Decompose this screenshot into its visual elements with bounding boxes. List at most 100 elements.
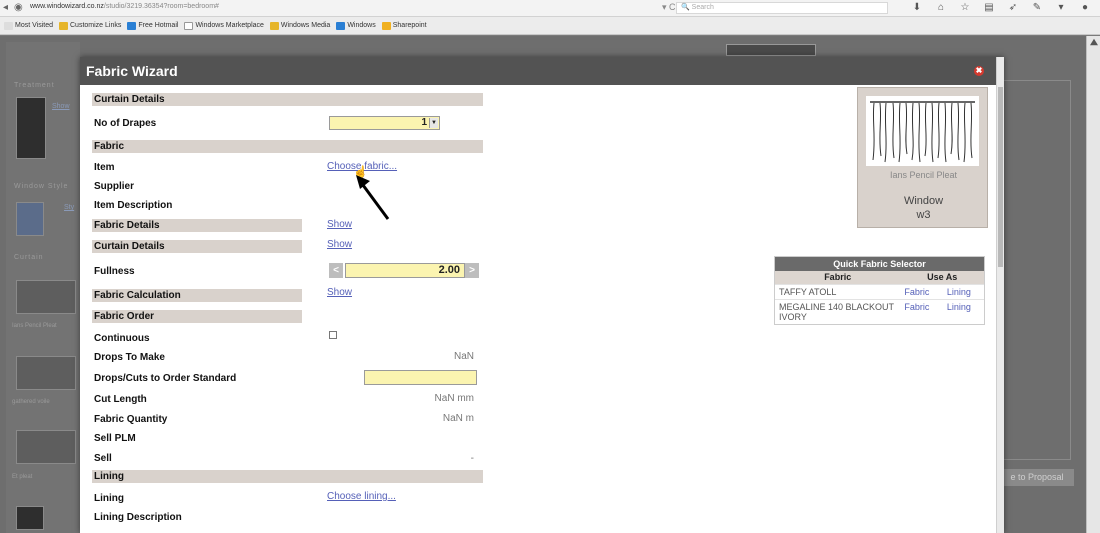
section-fabric: Fabric bbox=[92, 140, 483, 153]
label-no-of-drapes: No of Drapes bbox=[94, 118, 157, 129]
drops-to-make-value: NaN bbox=[453, 351, 474, 362]
section-curtain-details: Curtain Details bbox=[92, 93, 483, 106]
fabric-name: TAFFY ATOLL bbox=[775, 283, 901, 299]
section-fabric-calculation: Fabric Calculation bbox=[92, 289, 302, 302]
fabric-name: MEGALINE 140 BLACKOUT IVORY bbox=[775, 298, 901, 324]
continuous-checkbox[interactable] bbox=[329, 331, 337, 339]
page-scrollbar[interactable] bbox=[1086, 36, 1100, 533]
preview-caption: Ians Pencil Pleat bbox=[889, 170, 958, 180]
add-to-proposal-button[interactable]: e to Proposal bbox=[1000, 469, 1074, 486]
addon-icon[interactable]: ✎ bbox=[1030, 2, 1044, 13]
bookmark-windows-media[interactable]: Windows Media bbox=[269, 21, 330, 30]
bg-thumb-caption: Et pleat bbox=[12, 474, 33, 480]
back-icon[interactable]: ◂ bbox=[3, 2, 8, 13]
chevron-down-icon[interactable]: ▾ bbox=[1054, 2, 1068, 13]
download-icon[interactable]: ⬇ bbox=[910, 2, 924, 13]
bookmark-windows-marketplace[interactable]: Windows Marketplace bbox=[184, 21, 264, 30]
label-sell-plm: Sell PLM bbox=[94, 433, 136, 444]
star-icon[interactable]: ☆ bbox=[958, 2, 972, 13]
label-fullness: Fullness bbox=[94, 266, 135, 277]
bg-window-thumb[interactable] bbox=[16, 202, 44, 236]
fullness-decrement-button[interactable]: < bbox=[329, 263, 343, 278]
bookmark-icon bbox=[269, 21, 279, 30]
label-fabric-quantity: Fabric Quantity bbox=[94, 414, 168, 425]
modal-scrollbar[interactable] bbox=[996, 57, 1004, 533]
label-drops-cuts-order: Drops/Cuts to Order Standard bbox=[94, 373, 237, 384]
preview-window-label: Window w3 bbox=[903, 195, 944, 221]
choose-lining-link[interactable]: Choose lining... bbox=[327, 491, 396, 502]
bookmark-icon bbox=[4, 21, 13, 30]
label-continuous: Continuous bbox=[94, 333, 150, 344]
column-header-use-as: Use As bbox=[900, 271, 984, 284]
drops-cuts-order-input[interactable] bbox=[364, 370, 477, 385]
bookmark-icon bbox=[59, 21, 68, 30]
bookmark-customize-links[interactable]: Customize Links bbox=[59, 21, 121, 30]
pencil-pleat-image bbox=[866, 96, 979, 166]
quick-fabric-selector: Quick Fabric Selector Fabric Use As TAFF… bbox=[774, 256, 985, 325]
url-field[interactable]: www.windowizard.co.nz/studio/3219.36354?… bbox=[30, 3, 219, 10]
table-row: TAFFY ATOLL Fabric Lining bbox=[775, 283, 984, 299]
quick-fabric-selector-title: Quick Fabric Selector bbox=[775, 257, 984, 271]
curtain-preview-panel: Ians Pencil Pleat Window w3 bbox=[857, 87, 988, 228]
use-as-lining-link[interactable]: Lining bbox=[942, 298, 984, 324]
bg-treatment-thumb[interactable] bbox=[16, 97, 46, 159]
label-item-description: Item Description bbox=[94, 200, 173, 211]
bg-style-link[interactable]: Sty bbox=[64, 204, 74, 211]
chevron-down-icon[interactable]: ▼ bbox=[429, 118, 438, 128]
bookmark-list-icon[interactable]: ▤ bbox=[982, 2, 996, 13]
label-lining: Lining bbox=[94, 493, 124, 504]
label-supplier: Supplier bbox=[94, 181, 135, 192]
scrollbar-thumb[interactable] bbox=[998, 87, 1003, 267]
bookmark-most-visited[interactable]: Most Visited bbox=[4, 21, 53, 30]
bg-curtain-thumb-1[interactable] bbox=[16, 280, 76, 314]
bg-right-panel bbox=[996, 80, 1071, 460]
close-icon[interactable]: ✖ bbox=[974, 66, 984, 76]
use-as-fabric-link[interactable]: Fabric bbox=[900, 283, 943, 299]
bg-top-button[interactable] bbox=[726, 44, 816, 56]
account-icon[interactable]: ● bbox=[1078, 2, 1092, 13]
use-as-lining-link[interactable]: Lining bbox=[942, 283, 984, 299]
sell-value: - bbox=[470, 453, 474, 464]
fullness-input[interactable]: 2.00 bbox=[345, 263, 465, 278]
bookmark-icon bbox=[336, 21, 346, 30]
send-icon[interactable]: ➶ bbox=[1006, 2, 1020, 13]
show-curtain-details-link[interactable]: Show bbox=[327, 239, 352, 250]
annotation-arrow-icon bbox=[356, 175, 390, 220]
scroll-up-icon[interactable] bbox=[1090, 38, 1098, 46]
modal-title: Fabric Wizard bbox=[86, 63, 178, 79]
section-fabric-details: Fabric Details bbox=[92, 219, 302, 232]
label-drops-to-make: Drops To Make bbox=[94, 352, 165, 363]
label-item: Item bbox=[94, 162, 115, 173]
section-lining: Lining bbox=[92, 470, 483, 483]
show-fabric-details-link[interactable]: Show bbox=[327, 219, 352, 230]
background-sidebar: Treatment Show Window Style Sty Curtain … bbox=[6, 42, 80, 533]
bg-section-curtain: Curtain bbox=[14, 254, 44, 261]
show-fabric-calculation-link[interactable]: Show bbox=[327, 287, 352, 298]
cut-length-value: NaN mm bbox=[434, 393, 474, 404]
fullness-increment-button[interactable]: > bbox=[465, 263, 479, 278]
bg-section-window-style: Window Style bbox=[14, 183, 69, 190]
no-of-drapes-select[interactable]: 1 ▼ bbox=[329, 116, 440, 130]
search-input[interactable]: 🔍 Search bbox=[676, 2, 888, 14]
site-info-icon[interactable]: ◉ bbox=[14, 2, 23, 13]
bookmark-icon bbox=[184, 21, 194, 30]
label-cut-length: Cut Length bbox=[94, 394, 147, 405]
modal-header: Fabric Wizard ✖ bbox=[80, 57, 1004, 85]
bg-section-treatment: Treatment bbox=[14, 82, 55, 89]
bookmarks-bar: Most Visited Customize Links Free Hotmai… bbox=[0, 17, 1100, 35]
bg-thumb-caption: Ians Pencil Pleat bbox=[12, 323, 57, 329]
label-sell: Sell bbox=[94, 453, 112, 464]
use-as-fabric-link[interactable]: Fabric bbox=[900, 298, 943, 324]
bg-curtain-thumb-4[interactable] bbox=[16, 506, 44, 530]
bookmark-sharepoint[interactable]: Sharepoint bbox=[381, 21, 427, 30]
section-curtain-details-2: Curtain Details bbox=[92, 240, 302, 253]
label-lining-description: Lining Description bbox=[94, 512, 182, 523]
bookmark-free-hotmail[interactable]: Free Hotmail bbox=[127, 21, 178, 30]
quick-fabric-table: Fabric Use As TAFFY ATOLL Fabric Lining … bbox=[775, 271, 984, 324]
bookmark-icon bbox=[381, 21, 391, 30]
bg-curtain-thumb-2[interactable] bbox=[16, 356, 76, 390]
bookmark-windows[interactable]: Windows bbox=[336, 21, 376, 30]
home-icon[interactable]: ⌂ bbox=[934, 2, 948, 13]
bg-curtain-thumb-3[interactable] bbox=[16, 430, 76, 464]
bg-show-link[interactable]: Show bbox=[52, 103, 70, 110]
